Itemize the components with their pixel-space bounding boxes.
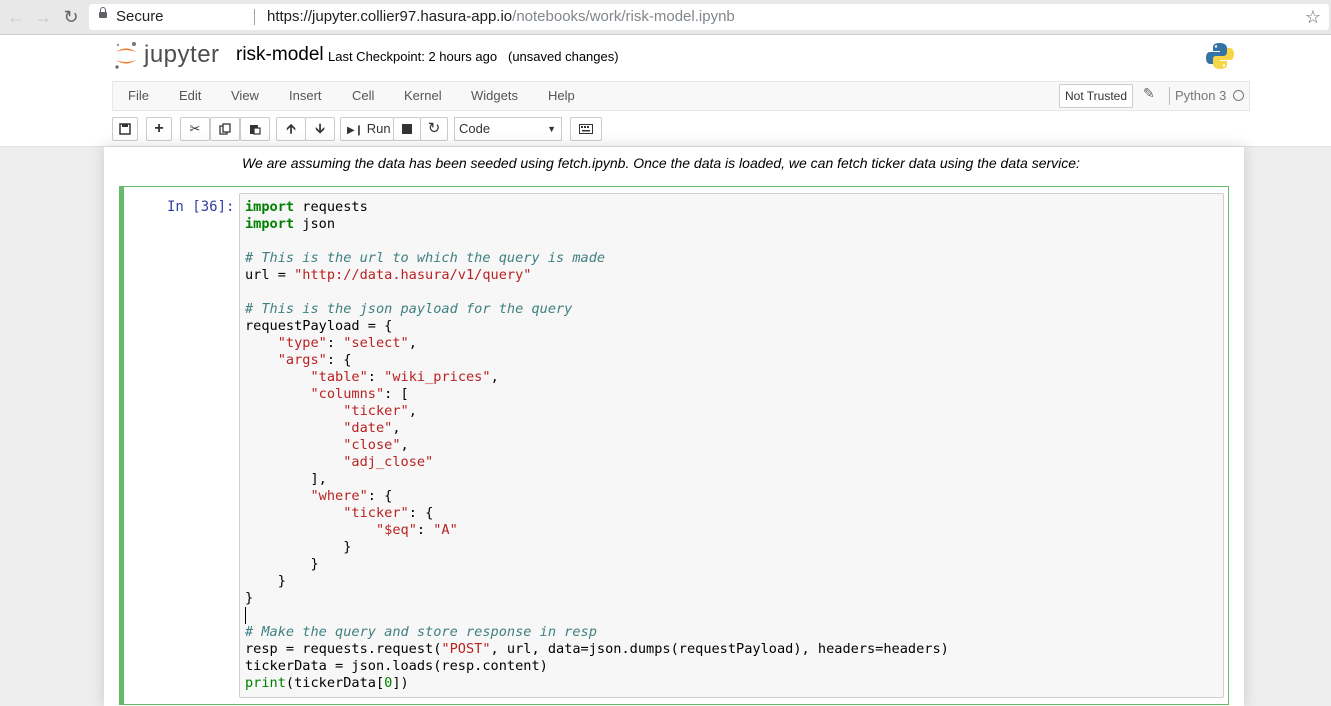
- jupyter-logo-icon: [115, 42, 136, 69]
- address-separator: [254, 9, 255, 25]
- cut-button[interactable]: ✂: [180, 117, 210, 141]
- jupyter-logo[interactable]: jupyter: [114, 41, 244, 71]
- move-down-button[interactable]: 🡫: [305, 117, 335, 141]
- code-editor[interactable]: import requests import json # This is th…: [239, 193, 1224, 698]
- pencil-icon[interactable]: ✎: [1143, 85, 1155, 102]
- menu-widgets[interactable]: Widgets: [471, 82, 518, 110]
- code-cell[interactable]: In [36]: import requests import json # T…: [119, 186, 1229, 705]
- paste-icon: [250, 125, 261, 135]
- url-text[interactable]: https://jupyter.collier97.hasura-app.io/…: [267, 4, 735, 30]
- paste-button[interactable]: [240, 117, 270, 141]
- menu-insert[interactable]: Insert: [289, 82, 322, 110]
- cell-prompt: In [36]:: [167, 199, 235, 215]
- kernel-idle-icon: [1233, 90, 1244, 101]
- autosave-status: (unsaved changes): [508, 49, 619, 64]
- run-button[interactable]: ▶❙ Run: [340, 117, 394, 141]
- insert-cell-button[interactable]: +: [146, 117, 172, 141]
- menu-kernel[interactable]: Kernel: [404, 82, 442, 110]
- run-label: Run: [366, 121, 391, 136]
- jupyter-logo-text: jupyter: [144, 41, 220, 68]
- plus-icon: +: [154, 120, 164, 137]
- url-path: /notebooks/work/risk-model.ipynb: [512, 8, 735, 25]
- star-icon[interactable]: ☆: [1305, 4, 1321, 30]
- step-forward-icon: ▶❙: [347, 125, 364, 136]
- code-text[interactable]: import requests import json # This is th…: [245, 199, 949, 692]
- menu-view[interactable]: View: [231, 82, 259, 110]
- kernel-separator: [1169, 87, 1170, 105]
- stop-icon: [402, 124, 412, 134]
- menu-file[interactable]: File: [128, 82, 149, 110]
- arrow-down-icon: 🡫: [315, 121, 325, 136]
- arrow-up-icon: 🡩: [286, 121, 296, 136]
- copy-icon: [219, 123, 231, 135]
- jupyter-header: jupyter risk-model Last Checkpoint: 2 ho…: [0, 35, 1331, 147]
- scissors-icon: ✂: [189, 121, 201, 136]
- menubar: File Edit View Insert Cell Kernel Widget…: [112, 81, 1250, 111]
- save-icon: [119, 123, 131, 135]
- chevron-down-icon: ▼: [547, 124, 556, 134]
- command-palette-button[interactable]: [570, 117, 602, 141]
- secure-label: Secure: [116, 8, 164, 25]
- interrupt-button[interactable]: [393, 117, 421, 141]
- notebook-page: We are assuming the data has been seeded…: [104, 147, 1244, 706]
- text-cursor: [245, 607, 246, 624]
- kernel-name: Python 3: [1175, 88, 1227, 103]
- menu-edit[interactable]: Edit: [179, 82, 201, 110]
- menu-help[interactable]: Help: [548, 82, 575, 110]
- lock-icon: [99, 7, 107, 18]
- checkpoint-status: Last Checkpoint: 2 hours ago: [328, 49, 498, 64]
- url-host: https://jupyter.collier97.hasura-app.io: [267, 8, 513, 25]
- address-bar[interactable]: Secure https://jupyter.collier97.hasura-…: [89, 4, 1329, 30]
- notebook-toolbar: + ✂ 🡩 🡫 ▶❙ Run ↻ Code ▼: [0, 117, 1331, 145]
- not-trusted-button[interactable]: Not Trusted: [1059, 84, 1134, 108]
- notebook-name[interactable]: risk-model: [236, 44, 324, 66]
- keyboard-icon: [579, 124, 593, 134]
- restart-icon: ↻: [427, 120, 441, 137]
- reload-icon[interactable]: ↻: [61, 7, 81, 27]
- python-logo: [1206, 43, 1234, 69]
- restart-button[interactable]: ↻: [420, 117, 448, 141]
- cell-type-select[interactable]: Code ▼: [454, 117, 562, 141]
- markdown-cell-text[interactable]: We are assuming the data has been seeded…: [242, 155, 1080, 171]
- move-up-button[interactable]: 🡩: [276, 117, 306, 141]
- browser-toolbar: ← → ↻ Secure https://jupyter.collier97.h…: [0, 0, 1331, 35]
- forward-icon[interactable]: →: [33, 7, 53, 27]
- menu-cell[interactable]: Cell: [352, 82, 374, 110]
- save-button[interactable]: [112, 117, 138, 141]
- cell-type-value: Code: [459, 121, 491, 136]
- copy-button[interactable]: [210, 117, 240, 141]
- back-icon[interactable]: ←: [6, 7, 26, 27]
